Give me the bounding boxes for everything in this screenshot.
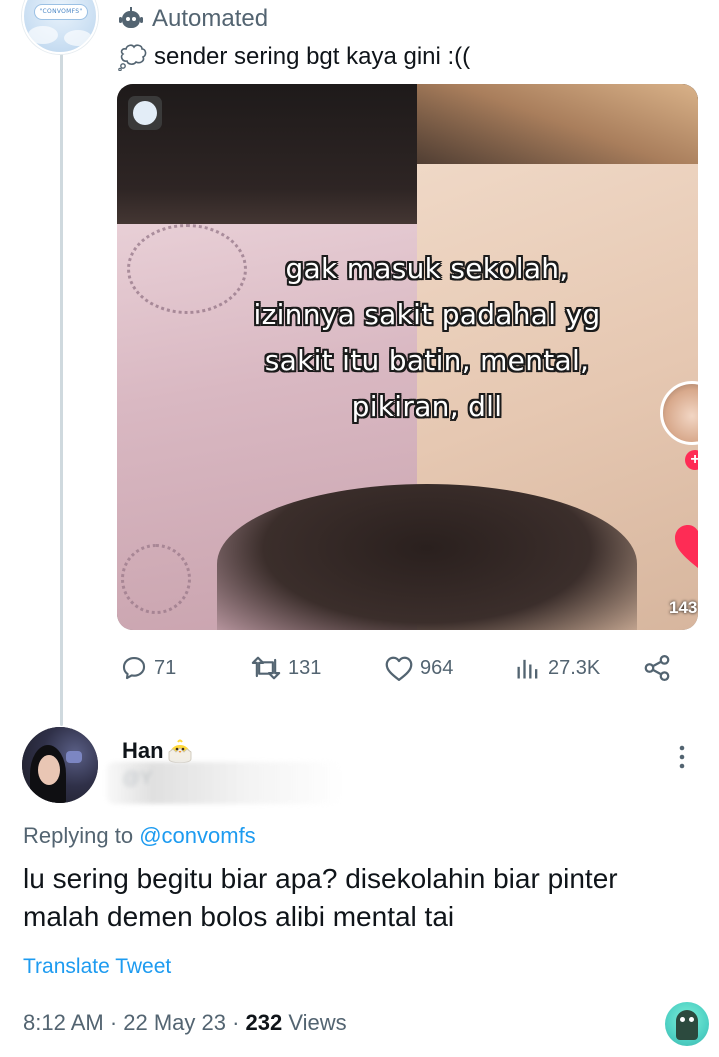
- author-handle-blurred: @Y: [106, 762, 342, 804]
- tweet-text: sender sering bgt kaya gini :((: [118, 42, 470, 72]
- author-handle: @Y: [122, 768, 153, 788]
- like-button[interactable]: 964: [384, 648, 453, 688]
- bot-icon: [119, 7, 143, 28]
- tiktok-follow-plus-icon: +: [685, 450, 698, 470]
- caption-line: sakit itu batin, mental,: [264, 344, 590, 377]
- like-icon: [385, 656, 413, 681]
- author-name: Han: [122, 738, 164, 763]
- tweet-media-video[interactable]: gak masuk sekolah, izinnya sakit padahal…: [117, 84, 698, 630]
- reply-text: lu sering begitu biar apa? disekolahin b…: [23, 860, 703, 936]
- tiktok-heart-icon: [675, 525, 698, 568]
- account-avatar[interactable]: [665, 1002, 709, 1046]
- reply-button[interactable]: 71: [120, 648, 176, 688]
- translate-tweet-link[interactable]: Translate Tweet: [23, 955, 171, 979]
- views-count-bold: 232: [245, 1010, 283, 1035]
- replying-handle-link[interactable]: @convomfs: [139, 823, 255, 848]
- media-pattern: [121, 544, 191, 614]
- chick-icon: [168, 739, 191, 764]
- views-button[interactable]: 27.3K: [514, 648, 600, 688]
- more-icon[interactable]: [668, 740, 696, 774]
- tweet-text-content: sender sering bgt kaya gini :((: [154, 43, 471, 70]
- reply-text-line: malah demen bolos alibi mental tai: [23, 901, 455, 932]
- thread-line: [60, 54, 63, 726]
- avatar-logo-text: "CONVOMFS": [39, 8, 83, 15]
- caption-line: izinnya sakit padahal yg: [253, 298, 601, 331]
- share-icon: [644, 655, 670, 681]
- avatar-logo: "CONVOMFS": [34, 4, 88, 20]
- tweet-meta: 8:12 AM · 22 May 23 · 232 Views: [23, 1010, 347, 1036]
- automated-label: Automated: [152, 5, 269, 32]
- reply-text-line: lu sering begitu biar apa? disekolahin b…: [23, 863, 618, 894]
- retweet-count: 131: [288, 656, 322, 679]
- caption-line: pikiran, dll: [351, 390, 503, 423]
- replying-to: Replying to @convomfs: [23, 823, 256, 849]
- avatar-cloud: [64, 30, 92, 46]
- reply-icon: [122, 657, 146, 680]
- media-corner-logo: [128, 96, 162, 130]
- avatar-cloud: [28, 26, 58, 44]
- tiktok-like-count: 143: [669, 598, 698, 617]
- views-count: 27.3K: [548, 656, 601, 679]
- reply-count: 71: [154, 656, 177, 679]
- timestamp[interactable]: 8:12 AM · 22 May 23 ·: [23, 1010, 246, 1035]
- avatar-han[interactable]: [22, 727, 98, 803]
- media-caption: gak masuk sekolah, izinnya sakit padahal…: [227, 246, 627, 430]
- tweet-actions: 71 131 964 27.3K: [118, 648, 678, 688]
- share-button[interactable]: [642, 648, 672, 688]
- caption-line: gak masuk sekolah,: [285, 252, 569, 285]
- views-icon: [517, 659, 538, 679]
- retweet-button[interactable]: 131: [250, 648, 321, 688]
- like-count: 964: [420, 656, 454, 679]
- automated-badge: Automated: [118, 4, 268, 34]
- thought-bubble-icon: [118, 44, 147, 71]
- avatar-convomfs[interactable]: "CONVOMFS": [22, 0, 98, 54]
- views-label: Views: [282, 1010, 347, 1035]
- media-dark-hair-bottom: [217, 484, 637, 630]
- retweet-icon: [251, 656, 281, 680]
- replying-prefix: Replying to: [23, 823, 134, 848]
